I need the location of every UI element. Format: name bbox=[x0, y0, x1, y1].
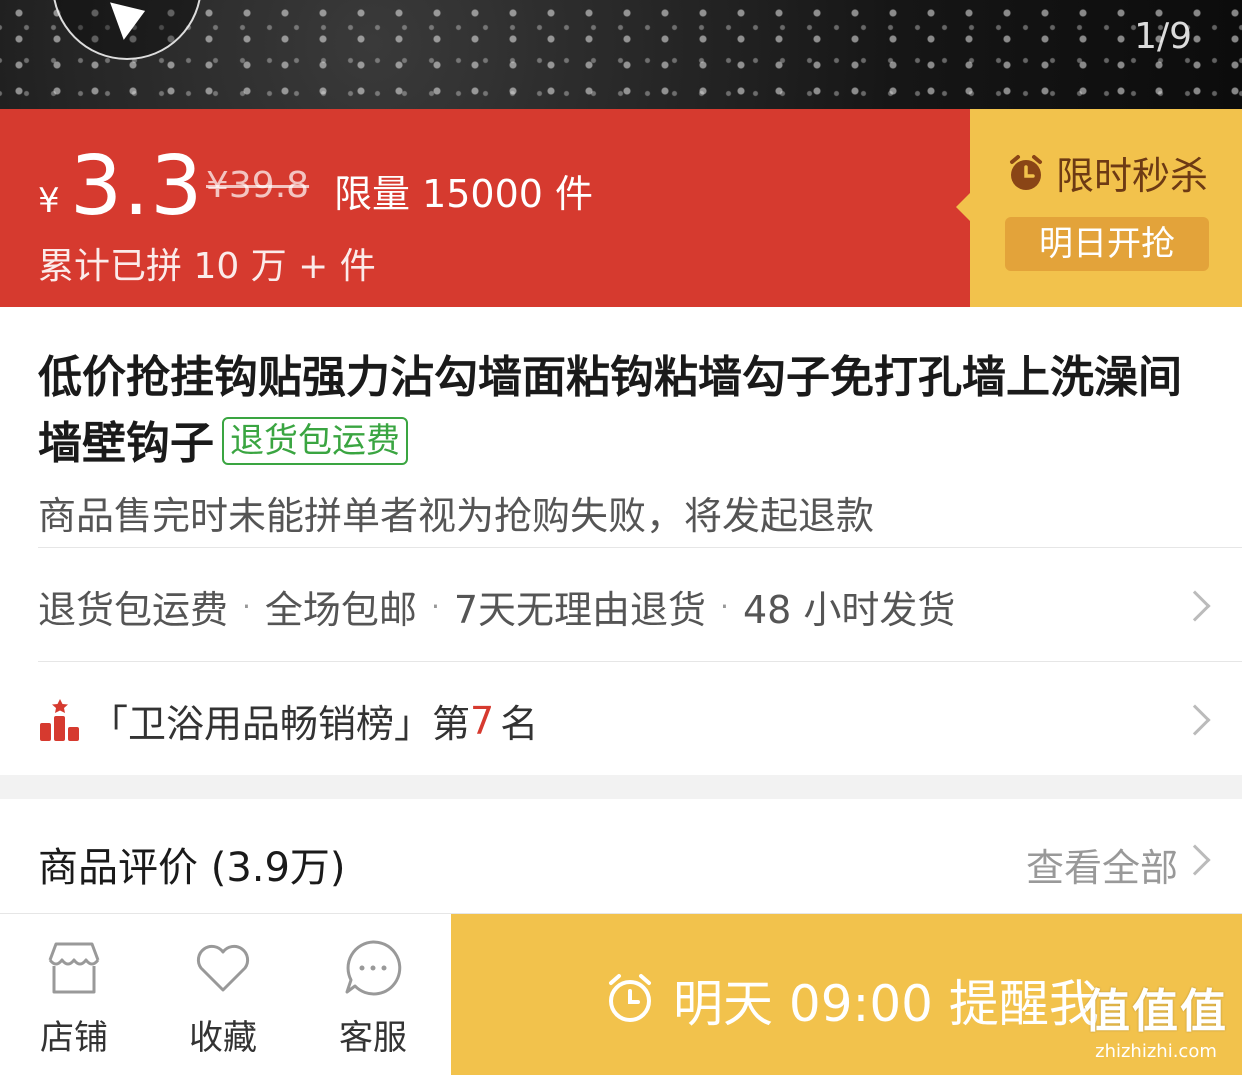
chevron-right-icon[interactable] bbox=[1179, 844, 1211, 876]
dot-separator: · bbox=[430, 590, 440, 623]
return-shipping-tag: 退货包运费 bbox=[222, 417, 408, 465]
bottom-action-bar: 店铺 收藏 客服 明天 09:00 提醒我 值值值 zhizhizhi.com bbox=[0, 913, 1242, 1075]
view-all-reviews-link[interactable]: 查看全部 bbox=[1026, 837, 1178, 892]
service-item: 退货包运费 bbox=[38, 588, 229, 632]
ranking-podium-icon bbox=[38, 698, 82, 743]
store-icon bbox=[42, 936, 106, 1000]
customer-service-tab-label: 客服 bbox=[339, 1018, 407, 1058]
watermark-url: zhizhizhi.com bbox=[1095, 1041, 1217, 1062]
divider bbox=[38, 547, 1242, 548]
watermark-logo: 值值值 bbox=[1084, 984, 1228, 1038]
rank-prefix: 「卫浴用品畅销榜」第 bbox=[90, 702, 471, 746]
current-price: 3.3 bbox=[70, 139, 204, 234]
reviews-label: 商品评价 (3.9万) bbox=[38, 845, 346, 891]
product-title: 低价抢挂钩贴强力沾勾墙面粘钩粘墙勾子免打孔墙上洗澡间墙壁钩子 退货包运费 bbox=[38, 345, 1208, 477]
flash-sale-panel: 限时秒杀 明日开抢 bbox=[956, 109, 1242, 307]
sellout-notice: 商品售完时未能拼单者视为抢购失败，将发起退款 bbox=[38, 494, 875, 538]
chat-icon bbox=[341, 936, 405, 1000]
start-tomorrow-badge: 明日开抢 bbox=[1005, 217, 1209, 271]
favorite-tab-label: 收藏 bbox=[189, 1018, 257, 1058]
product-info-section: 低价抢挂钩贴强力沾勾墙面粘钩粘墙勾子免打孔墙上洗澡间墙壁钩子 退货包运费 商品售完… bbox=[0, 307, 1242, 775]
dot-separator: · bbox=[720, 590, 729, 623]
favorite-tab[interactable]: 收藏 bbox=[163, 936, 283, 1059]
service-item: 48 小时发货 bbox=[742, 588, 956, 632]
store-tab-label: 店铺 bbox=[40, 1018, 108, 1058]
divider bbox=[38, 661, 1242, 662]
dot-separator: · bbox=[242, 590, 251, 623]
customer-service-tab[interactable]: 客服 bbox=[313, 936, 433, 1059]
chevron-right-icon[interactable] bbox=[1179, 704, 1211, 736]
service-guarantees-row[interactable]: 退货包运费 · 全场包邮 · 7天无理由退货 · 48 小时发货 bbox=[38, 579, 955, 634]
limit-quantity: 限量 15000 件 bbox=[334, 172, 594, 216]
flash-sale-title: 限时秒杀 bbox=[1056, 154, 1209, 198]
alarm-clock-icon bbox=[1006, 153, 1046, 193]
service-item: 7天无理由退货 bbox=[453, 588, 707, 632]
site-watermark: 值值值 zhizhizhi.com bbox=[1084, 975, 1228, 1062]
original-price: ¥39.8 bbox=[206, 165, 310, 206]
rank-number: 7 bbox=[470, 698, 495, 743]
sold-count: 累计已拼 10 万 + 件 bbox=[38, 246, 376, 287]
image-counter: 1/9 bbox=[1134, 16, 1192, 57]
rank-suffix: 名 bbox=[500, 702, 539, 746]
chevron-right-icon[interactable] bbox=[1179, 590, 1211, 622]
heart-icon bbox=[191, 936, 255, 1000]
remind-text: 明天 09:00 提醒我 bbox=[673, 975, 1099, 1033]
store-tab[interactable]: 店铺 bbox=[14, 936, 134, 1059]
section-gap bbox=[0, 775, 1242, 799]
product-title-text: 低价抢挂钩贴强力沾勾墙面粘钩粘墙勾子免打孔墙上洗澡间墙壁钩子 bbox=[38, 352, 1182, 469]
bestseller-rank-row[interactable]: 「卫浴用品畅销榜」第 7 名 bbox=[38, 693, 538, 748]
product-image-carousel[interactable]: 1/9 bbox=[0, 0, 1242, 109]
service-item: 全场包邮 bbox=[264, 588, 417, 632]
price-banner: ¥ 3.3 ¥39.8 限量 15000 件 累计已拼 10 万 + 件 bbox=[0, 109, 970, 307]
currency-symbol: ¥ bbox=[38, 181, 60, 221]
reviews-header[interactable]: 商品评价 (3.9万) 查看全部 bbox=[0, 799, 1242, 913]
alarm-clock-icon bbox=[603, 971, 657, 1029]
remind-me-button[interactable]: 明天 09:00 提醒我 值值值 zhizhizhi.com bbox=[451, 914, 1242, 1075]
